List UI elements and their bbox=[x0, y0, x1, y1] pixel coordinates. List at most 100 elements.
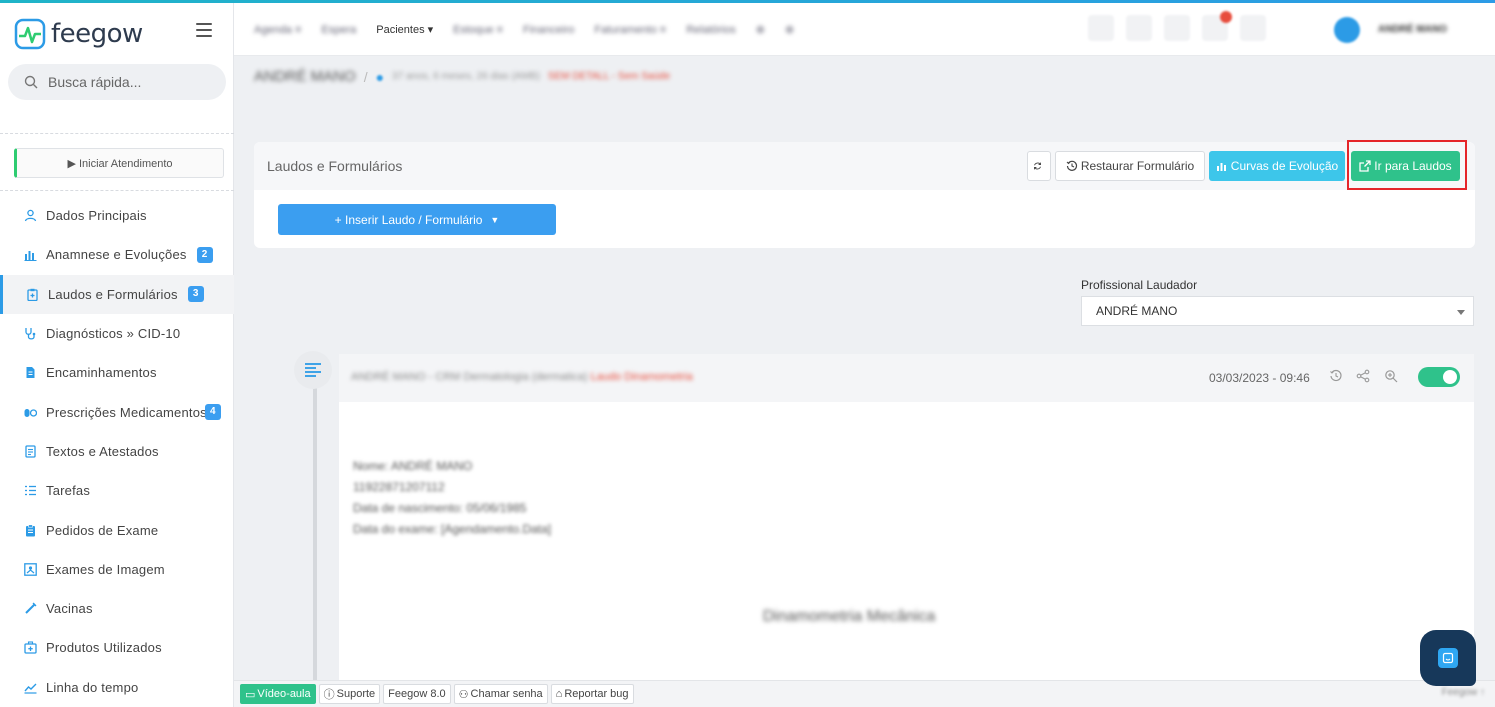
footer-brand-text: Feegow bbox=[1441, 687, 1478, 698]
nav-financeiro[interactable]: Financeiro bbox=[523, 24, 574, 36]
curvas-evolucao-label: Curvas de Evolução bbox=[1230, 159, 1339, 173]
timeline-line bbox=[313, 380, 317, 680]
user-icon bbox=[24, 209, 37, 222]
video-aula-label: Vídeo-aula bbox=[257, 688, 311, 700]
search-placeholder: Busca rápida... bbox=[48, 74, 142, 90]
sidebar-item-label: Encaminhamentos bbox=[46, 365, 157, 381]
apps-icon[interactable] bbox=[1240, 15, 1266, 41]
curvas-evolucao-button[interactable]: Curvas de Evolução bbox=[1209, 151, 1345, 181]
count-badge: 3 bbox=[187, 286, 204, 303]
panel-title: Laudos e Formulários bbox=[267, 158, 403, 174]
laudo-line: Nome: ANDRÉ MANO bbox=[353, 459, 473, 473]
laudo-card-title: ANDRÉ MANO - CRM Dermatologia (dermatica… bbox=[351, 371, 693, 383]
nav-extra-2[interactable]: ⊕ bbox=[785, 23, 794, 36]
quick-search-input[interactable]: Busca rápida... bbox=[8, 64, 226, 100]
message-icon[interactable] bbox=[1164, 15, 1190, 41]
chamar-senha-label: Chamar senha bbox=[470, 688, 543, 700]
nav-extra-1[interactable]: ⊕ bbox=[756, 23, 765, 36]
divider bbox=[0, 133, 234, 134]
count-badge: 2 bbox=[196, 246, 213, 263]
sidebar-item-label: Dados Principais bbox=[46, 208, 147, 224]
nav-faturamento[interactable]: Faturamento ≡ bbox=[594, 24, 666, 36]
zoom-in-icon[interactable] bbox=[1384, 369, 1398, 383]
restore-form-button[interactable]: Restaurar Formulário bbox=[1055, 151, 1205, 181]
refresh-icon bbox=[1034, 162, 1041, 170]
sidebar-item-textos[interactable]: Textos e Atestados bbox=[0, 432, 234, 471]
nav-estoque[interactable]: Estoque ≡ bbox=[453, 24, 503, 36]
sidebar-menu: Dados Principais Anamnese e Evoluções 2 … bbox=[0, 196, 234, 707]
nav-espera[interactable]: Espera bbox=[321, 24, 356, 36]
divider bbox=[0, 190, 234, 191]
sidebar-item-label: Linha do tempo bbox=[46, 679, 139, 695]
menu-toggle-icon[interactable] bbox=[196, 23, 212, 37]
notification-dot bbox=[1220, 11, 1232, 23]
user-name[interactable]: ANDRÉ MANO bbox=[1378, 24, 1447, 35]
bottom-bar-links: ▭ Vídeo-aula ⓘ Suporte Feegow 8.0 ⚇ Chamar … bbox=[240, 684, 634, 704]
sidebar-item-pedidos-exame[interactable]: Pedidos de Exame bbox=[0, 510, 234, 549]
suporte-button[interactable]: ⓘ Suporte bbox=[318, 684, 381, 704]
chart-icon bbox=[24, 248, 37, 262]
sidebar-item-tarefas[interactable]: Tarefas bbox=[0, 471, 234, 510]
document-icon bbox=[24, 366, 37, 379]
pills-icon bbox=[24, 406, 37, 419]
main-menu: Agenda ≡ Espera Pacientes ▾ Estoque ≡ Fi… bbox=[254, 3, 794, 56]
feegow-logo[interactable]: feegow bbox=[14, 17, 143, 51]
version-label[interactable]: Feegow 8.0 bbox=[383, 684, 451, 704]
syringe-icon bbox=[24, 602, 37, 615]
sidebar-item-encaminhamentos[interactable]: Encaminhamentos bbox=[0, 353, 234, 392]
laudo-type: Laudo Dinamometria bbox=[590, 371, 693, 383]
laudos-panel: Laudos e Formulários Restaurar Formulári… bbox=[254, 142, 1475, 248]
patient-info: 37 anos, 6 meses, 26 dias (AMB) bbox=[392, 71, 540, 82]
file-text-icon bbox=[24, 445, 37, 458]
laudo-card-header: ANDRÉ MANO - CRM Dermatologia (dermatica… bbox=[339, 354, 1474, 402]
sidebar-item-dados-principais[interactable]: Dados Principais bbox=[0, 196, 234, 235]
share-icon[interactable] bbox=[1356, 369, 1370, 383]
chat-widget-button[interactable] bbox=[1420, 630, 1476, 686]
laudo-line: Data de nascimento: 05/06/1985 bbox=[353, 501, 527, 515]
chat-icon bbox=[1438, 648, 1458, 668]
sidebar-item-label: Diagnósticos » CID-10 bbox=[46, 326, 181, 342]
top-navigation: Agenda ≡ Espera Pacientes ▾ Estoque ≡ Fi… bbox=[234, 3, 1495, 56]
suporte-label: Suporte bbox=[336, 688, 376, 700]
sidebar-item-anamnese[interactable]: Anamnese e Evoluções 2 bbox=[0, 235, 234, 274]
nav-pacientes[interactable]: Pacientes ▾ bbox=[376, 23, 433, 36]
sidebar-item-prescricoes[interactable]: Prescrições Medicamentos 4 bbox=[0, 392, 234, 431]
sidebar-item-diagnosticos[interactable]: Diagnósticos » CID-10 bbox=[0, 314, 234, 353]
tasks-icon bbox=[24, 484, 37, 497]
sidebar-item-vacinas[interactable]: Vacinas bbox=[0, 589, 234, 628]
sidebar-item-linha-tempo[interactable]: Linha do tempo bbox=[0, 668, 234, 707]
calendar-icon[interactable] bbox=[1126, 15, 1152, 41]
nav-relatorios[interactable]: Relatórios bbox=[686, 24, 736, 36]
patient-name[interactable]: ANDRÉ MANO bbox=[254, 68, 356, 85]
bell-icon[interactable] bbox=[1202, 11, 1232, 41]
heartbeat-logo-icon bbox=[14, 18, 46, 50]
footer-brand: Feegow ↑ bbox=[1441, 687, 1485, 698]
patient-tags: SEM DETALL - Sem Saúde bbox=[547, 71, 671, 82]
video-aula-button[interactable]: ▭ Vídeo-aula bbox=[240, 684, 316, 704]
search-icon bbox=[24, 75, 38, 89]
laudo-line: 11922871207112 bbox=[353, 480, 445, 494]
reportar-bug-button[interactable]: ⌂ Reportar bug bbox=[550, 684, 634, 704]
sidebar-item-exames-imagem[interactable]: Exames de Imagem bbox=[0, 550, 234, 589]
count-badge: 4 bbox=[204, 404, 221, 421]
history-icon[interactable] bbox=[1329, 369, 1343, 383]
profissional-select[interactable]: ANDRÉ MANO bbox=[1081, 296, 1474, 326]
stethoscope-icon bbox=[24, 327, 37, 340]
sidebar-item-produtos[interactable]: Produtos Utilizados bbox=[0, 628, 234, 667]
person-icon: ● bbox=[375, 68, 385, 85]
tool-icon[interactable] bbox=[1088, 15, 1114, 41]
visibility-toggle[interactable] bbox=[1418, 367, 1460, 387]
start-attendance-button[interactable]: ▶ Iniciar Atendimento bbox=[14, 148, 224, 178]
insert-laudo-button[interactable]: + Inserir Laudo / Formulário ▼ bbox=[278, 204, 556, 235]
avatar[interactable] bbox=[1334, 17, 1360, 43]
bug-icon: ⌂ bbox=[555, 688, 563, 700]
sidebar-item-label: Laudos e Formulários bbox=[48, 286, 178, 302]
nav-agenda[interactable]: Agenda ≡ bbox=[254, 24, 301, 36]
refresh-button[interactable] bbox=[1027, 151, 1051, 181]
laudo-body-text: Nome: ANDRÉ MANO 11922871207112 Data de … bbox=[353, 456, 551, 540]
help-icon: ⓘ bbox=[323, 689, 335, 701]
clipboard-icon bbox=[26, 288, 39, 301]
bar-chart-icon bbox=[1216, 163, 1226, 171]
sidebar-item-laudos[interactable]: Laudos e Formulários 3 bbox=[0, 274, 234, 314]
chamar-senha-button[interactable]: ⚇ Chamar senha bbox=[453, 684, 548, 704]
